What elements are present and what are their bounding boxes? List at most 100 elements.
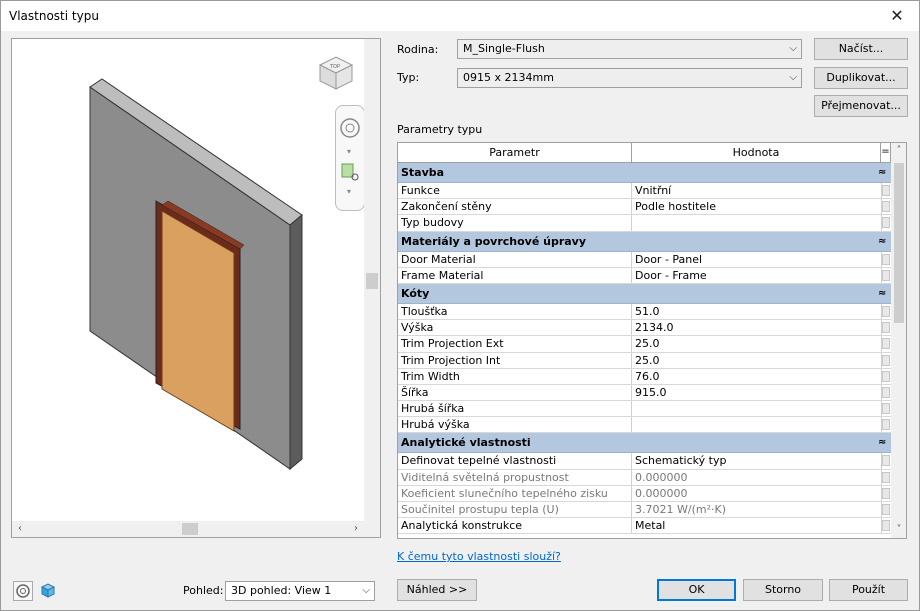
preview-button[interactable]: Náhled >> — [397, 579, 477, 601]
scroll-thumb[interactable] — [182, 523, 198, 535]
parameter-value[interactable]: 25.0 — [635, 353, 660, 368]
column-divider — [631, 485, 632, 501]
group-header-row[interactable]: Analytické vlastnosti ≈ — [398, 433, 891, 454]
formula-button[interactable] — [882, 217, 890, 229]
table-row[interactable]: Výška 2134.0 — [398, 320, 891, 337]
formula-button[interactable] — [882, 185, 890, 196]
group-header-row[interactable]: Stavba ≈ — [398, 163, 891, 183]
formula-button[interactable] — [882, 338, 890, 350]
parameter-value[interactable]: 915.0 — [635, 385, 667, 400]
column-header-parameter[interactable]: Parametr — [398, 143, 632, 162]
parameter-value[interactable]: Metal — [635, 518, 665, 533]
parameter-value[interactable]: 76.0 — [635, 369, 660, 384]
scroll-up-icon[interactable]: ˄ — [891, 143, 906, 159]
table-row[interactable]: Typ budovy — [398, 215, 891, 232]
view-select[interactable]: 3D pohled: View 1 ⌵ — [225, 581, 375, 601]
type-parameters-caption: Parametry typu — [397, 123, 483, 136]
parameter-value[interactable]: Schematický typ — [635, 453, 726, 468]
column-divider — [631, 320, 632, 336]
formula-button[interactable] — [882, 201, 890, 213]
scroll-left-icon[interactable]: ‹ — [12, 521, 28, 537]
column-divider — [631, 215, 632, 231]
parameter-value[interactable]: 0.000000 — [635, 470, 688, 485]
formula-button[interactable] — [882, 504, 890, 515]
type-select[interactable]: 0915 x 2134mm ⌵ — [457, 68, 802, 88]
column-divider — [631, 384, 632, 401]
parameter-value[interactable]: 2134.0 — [635, 320, 674, 335]
formula-button[interactable] — [882, 487, 890, 499]
formula-button[interactable] — [882, 253, 890, 265]
parameter-value[interactable]: Door - Panel — [635, 252, 702, 267]
steering-wheel-icon[interactable]: ▾ ▾ — [336, 106, 364, 210]
3d-view-icon[interactable] — [38, 581, 58, 601]
collapse-icon[interactable]: ≈ — [878, 284, 886, 303]
table-row[interactable]: Definovat tepelné vlastnosti Schematický … — [398, 453, 891, 470]
formula-button[interactable] — [882, 370, 890, 382]
family-select[interactable]: M_Single-Flush ⌵ — [457, 39, 802, 59]
parameter-name: Definovat tepelné vlastnosti — [401, 454, 557, 468]
table-row[interactable]: Funkce Vnitřní — [398, 183, 891, 200]
parameter-value[interactable]: 51.0 — [635, 304, 660, 319]
formula-button[interactable] — [882, 419, 890, 431]
table-row[interactable]: Šířka 915.0 — [398, 384, 891, 402]
apply-button[interactable]: Použít — [829, 579, 908, 601]
table-row[interactable]: Trim Width 76.0 — [398, 368, 891, 385]
formula-button[interactable] — [882, 305, 890, 317]
formula-button[interactable] — [882, 269, 890, 281]
scroll-down-icon[interactable]: ˅ — [891, 522, 906, 538]
column-header-value[interactable]: Hodnota — [632, 143, 881, 162]
viewcube-icon[interactable]: TOP — [314, 51, 358, 95]
load-button[interactable]: Načíst... — [814, 38, 908, 60]
formula-button[interactable] — [882, 471, 890, 483]
table-vertical-scrollbar[interactable]: ˄ ˅ — [891, 143, 906, 538]
parameter-value[interactable]: Door - Frame — [635, 268, 707, 283]
parameter-value[interactable]: 25.0 — [635, 336, 660, 351]
close-icon[interactable]: ✕ — [875, 1, 919, 31]
table-row[interactable]: Viditelná světelná propustnost 0.000000 — [398, 469, 891, 486]
type-parameters-table[interactable]: Parametr Hodnota = Stavba ≈ Funkce Vnitřní Z… — [397, 142, 907, 539]
table-row[interactable]: Hrubá šířka — [398, 401, 891, 418]
table-row[interactable]: Koeficient slunečního tepelného zisku 0.0… — [398, 485, 891, 502]
table-row[interactable]: Frame Material Door - Frame — [398, 267, 891, 284]
parameter-value[interactable]: Podle hostitele — [635, 199, 716, 214]
scroll-right-icon[interactable]: › — [348, 521, 364, 537]
table-row[interactable]: Trim Projection Ext 25.0 — [398, 336, 891, 353]
formula-button[interactable] — [882, 322, 890, 334]
parameter-name: Zakončení stěny — [401, 200, 492, 214]
help-link[interactable]: K čemu tyto vlastnosti slouží? — [397, 550, 561, 563]
parameter-name: Typ budovy — [401, 216, 464, 230]
parameter-value[interactable]: Vnitřní — [635, 183, 671, 198]
formula-button[interactable] — [882, 455, 890, 467]
table-row[interactable]: Door Material Door - Panel — [398, 251, 891, 268]
group-header-row[interactable]: Materiály a povrchové úpravy ≈ — [398, 231, 891, 252]
navigation-bar[interactable]: ▾ ▾ — [335, 105, 365, 211]
preview-pane[interactable]: ▾ ▾ TOP ‹ › — [11, 38, 381, 538]
group-name: Kóty — [401, 286, 430, 300]
table-row[interactable]: Trim Projection Int 25.0 — [398, 352, 891, 369]
table-row[interactable]: Hrubá výška — [398, 417, 891, 434]
ok-button[interactable]: OK — [657, 579, 736, 601]
table-row[interactable]: Tloušťka 51.0 — [398, 303, 891, 321]
formula-button[interactable] — [882, 354, 890, 366]
scroll-thumb[interactable] — [366, 273, 378, 289]
formula-button[interactable] — [882, 403, 890, 415]
formula-button[interactable] — [882, 386, 890, 398]
rename-button[interactable]: Přejmenovat... — [814, 95, 908, 117]
cancel-button[interactable]: Storno — [743, 579, 823, 601]
duplicate-button[interactable]: Duplikovat... — [814, 67, 908, 89]
parameter-value[interactable]: 0.000000 — [635, 486, 688, 501]
preview-horizontal-scrollbar[interactable]: ‹ › — [12, 521, 364, 537]
formula-button[interactable] — [882, 520, 890, 532]
scroll-thumb[interactable] — [894, 163, 904, 323]
preview-vertical-scrollbar[interactable] — [364, 39, 380, 521]
table-row[interactable]: Součinitel prostupu tepla (U) 3.7021 W/(m… — [398, 502, 891, 519]
steering-wheel-icon[interactable] — [13, 581, 33, 601]
collapse-icon[interactable]: ≈ — [878, 163, 886, 182]
collapse-icon[interactable]: ≈ — [878, 433, 886, 452]
group-header-row[interactable]: Kóty ≈ — [398, 283, 891, 304]
collapse-icon[interactable]: ≈ — [878, 232, 886, 251]
column-header-formula[interactable]: = — [881, 143, 891, 163]
parameter-value[interactable]: 3.7021 W/(m²·K) — [635, 502, 726, 517]
table-row[interactable]: Zakončení stěny Podle hostitele — [398, 199, 891, 216]
table-row[interactable]: Analytická konstrukce Metal — [398, 518, 891, 535]
